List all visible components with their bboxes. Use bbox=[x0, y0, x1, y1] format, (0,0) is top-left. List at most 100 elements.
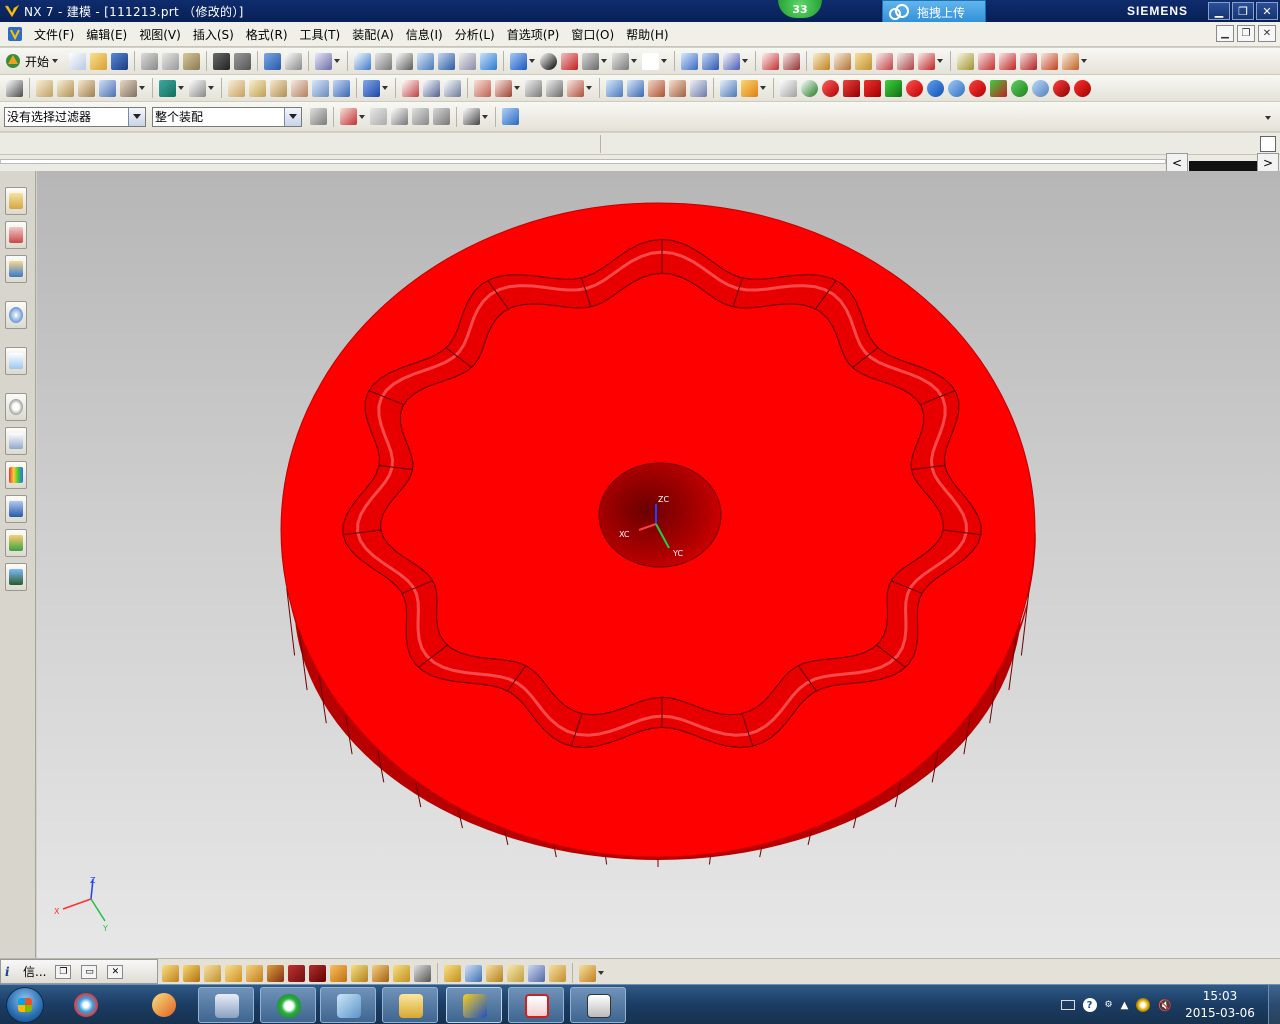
snap-point-options-icon[interactable] bbox=[340, 108, 357, 125]
cone-icon[interactable] bbox=[270, 79, 287, 97]
copy-icon[interactable] bbox=[162, 52, 180, 70]
draft-analysis-icon[interactable] bbox=[1020, 52, 1038, 70]
snap-intersection-icon[interactable] bbox=[225, 964, 242, 982]
block-icon[interactable] bbox=[228, 79, 245, 97]
check-geometry-icon[interactable] bbox=[897, 52, 915, 70]
red-gear-2-icon[interactable] bbox=[1074, 79, 1091, 97]
scroll-left-button[interactable]: < bbox=[1166, 153, 1188, 173]
chevron-down-icon[interactable] bbox=[760, 86, 766, 90]
zoom-icon[interactable] bbox=[375, 52, 393, 70]
minimize-button[interactable]: ▁ bbox=[1208, 2, 1230, 20]
curve-analysis-icon[interactable] bbox=[957, 52, 975, 70]
assembly-clearance-icon[interactable] bbox=[918, 52, 936, 70]
info-window-tab[interactable]: i 信... ❐ ▭ ✕ bbox=[0, 959, 158, 984]
paste-icon[interactable] bbox=[183, 52, 201, 70]
start-button[interactable]: 开始 bbox=[4, 52, 61, 70]
shaded-view-icon[interactable] bbox=[510, 52, 528, 70]
ruler-icon[interactable] bbox=[855, 52, 873, 70]
chevron-down-icon[interactable] bbox=[334, 59, 341, 63]
slope-icon[interactable] bbox=[1062, 52, 1080, 70]
chevron-down-icon[interactable] bbox=[586, 86, 592, 90]
cylinder-icon[interactable] bbox=[249, 79, 266, 97]
snap-point-on-face-icon[interactable] bbox=[330, 964, 347, 982]
lighting-icon[interactable] bbox=[480, 52, 498, 70]
chevron-down-icon[interactable] bbox=[208, 86, 214, 90]
sketch-icon[interactable] bbox=[6, 79, 23, 97]
assembly-navigator-tab[interactable] bbox=[5, 187, 27, 215]
help-icon[interactable]: ? bbox=[1082, 998, 1097, 1012]
notification-badge[interactable]: 33 bbox=[778, 0, 822, 18]
wcs-dynamics-icon[interactable] bbox=[762, 52, 780, 70]
taskbar-nx[interactable] bbox=[446, 987, 502, 1023]
taskbar-paint[interactable] bbox=[136, 987, 192, 1023]
render-style-icon[interactable] bbox=[540, 52, 558, 70]
revolve-icon[interactable] bbox=[57, 79, 74, 97]
type-filter-select[interactable]: 没有选择过滤器 bbox=[4, 106, 146, 127]
graphics-window[interactable]: ZC XC YC Z X Y bbox=[37, 171, 1280, 958]
menu-format[interactable]: 格式(R) bbox=[240, 26, 294, 43]
model-view[interactable]: ZC XC YC Z X Y bbox=[37, 171, 1280, 958]
snap-bounded-grid-icon[interactable] bbox=[351, 964, 368, 982]
thicken-icon[interactable] bbox=[669, 79, 686, 97]
chevron-down-icon[interactable] bbox=[598, 971, 604, 975]
new-file-icon[interactable] bbox=[69, 52, 87, 70]
orient-view-icon[interactable] bbox=[612, 52, 630, 70]
edit-object-icon[interactable] bbox=[264, 52, 282, 70]
taskbar-app-1[interactable] bbox=[58, 987, 114, 1023]
open-folder-icon[interactable] bbox=[90, 52, 108, 70]
sweep-icon[interactable] bbox=[78, 79, 95, 97]
menu-assembly[interactable]: 装配(A) bbox=[346, 26, 400, 43]
red-gear-icon[interactable] bbox=[1053, 79, 1070, 97]
offset-face-icon[interactable] bbox=[567, 79, 584, 97]
wireframe-icon[interactable] bbox=[582, 52, 600, 70]
mass-props-icon[interactable] bbox=[876, 52, 894, 70]
snap-point-on-curve-icon[interactable] bbox=[309, 964, 326, 982]
snap-end-point-icon[interactable] bbox=[162, 964, 179, 982]
chevron-down-icon[interactable] bbox=[529, 59, 536, 63]
chevron-down-icon[interactable] bbox=[631, 59, 638, 63]
unite-icon[interactable] bbox=[363, 79, 380, 97]
part-navigator-tab[interactable] bbox=[5, 255, 27, 283]
menu-file[interactable]: 文件(F) bbox=[28, 26, 80, 43]
chamfer-icon[interactable] bbox=[495, 79, 512, 97]
select-show-icon[interactable] bbox=[507, 964, 524, 982]
trim-body-icon[interactable] bbox=[525, 79, 542, 97]
select-feature-icon[interactable] bbox=[412, 108, 429, 125]
background-icon[interactable] bbox=[642, 52, 660, 70]
chevron-down-icon[interactable] bbox=[482, 114, 488, 119]
menu-preferences[interactable]: 首选项(P) bbox=[501, 26, 566, 43]
measure-distance-icon[interactable] bbox=[813, 52, 831, 70]
green-flag-icon[interactable] bbox=[990, 79, 1007, 97]
tray-settings-icon[interactable]: ⚙ bbox=[1105, 1000, 1113, 1010]
taskbar-browser[interactable] bbox=[260, 987, 316, 1023]
select-component-icon[interactable] bbox=[502, 108, 519, 125]
snap-point-icon[interactable] bbox=[402, 79, 419, 97]
extract-geometry-icon[interactable] bbox=[648, 79, 665, 97]
shell-icon[interactable] bbox=[690, 79, 707, 97]
menu-insert[interactable]: 插入(S) bbox=[187, 26, 240, 43]
snap-existing-point-icon[interactable] bbox=[288, 964, 305, 982]
taskbar-explorer[interactable] bbox=[382, 987, 438, 1023]
doc-minimize-button[interactable]: ▁ bbox=[1216, 25, 1234, 42]
chevron-down-icon[interactable] bbox=[937, 59, 944, 63]
pocket-icon[interactable] bbox=[312, 79, 329, 97]
reuse-library-tab[interactable] bbox=[5, 301, 27, 329]
spline-icon[interactable] bbox=[444, 79, 461, 97]
boss-icon[interactable] bbox=[189, 79, 206, 97]
blue-ring-icon[interactable] bbox=[927, 79, 944, 97]
pan-icon[interactable] bbox=[417, 52, 435, 70]
doc-close-button[interactable]: ✕ bbox=[1258, 25, 1276, 42]
cylinder-red-icon[interactable] bbox=[843, 79, 860, 97]
green-shape-icon[interactable] bbox=[885, 79, 902, 97]
chevron-down-icon[interactable] bbox=[1081, 59, 1088, 63]
web-browser-tab[interactable] bbox=[5, 347, 27, 375]
toolbar-options-icon[interactable] bbox=[1265, 116, 1271, 120]
show-hidden-icons[interactable]: ▲ bbox=[1121, 1000, 1129, 1011]
clip-icon[interactable] bbox=[702, 52, 720, 70]
document-menu-icon[interactable] bbox=[6, 25, 24, 43]
quick-pick-icon[interactable] bbox=[444, 964, 461, 982]
snap-options-icon[interactable] bbox=[414, 964, 431, 982]
snap-control-point-icon[interactable] bbox=[204, 964, 221, 982]
menu-view[interactable]: 视图(V) bbox=[133, 26, 187, 43]
wcs-origin-icon[interactable] bbox=[783, 52, 801, 70]
